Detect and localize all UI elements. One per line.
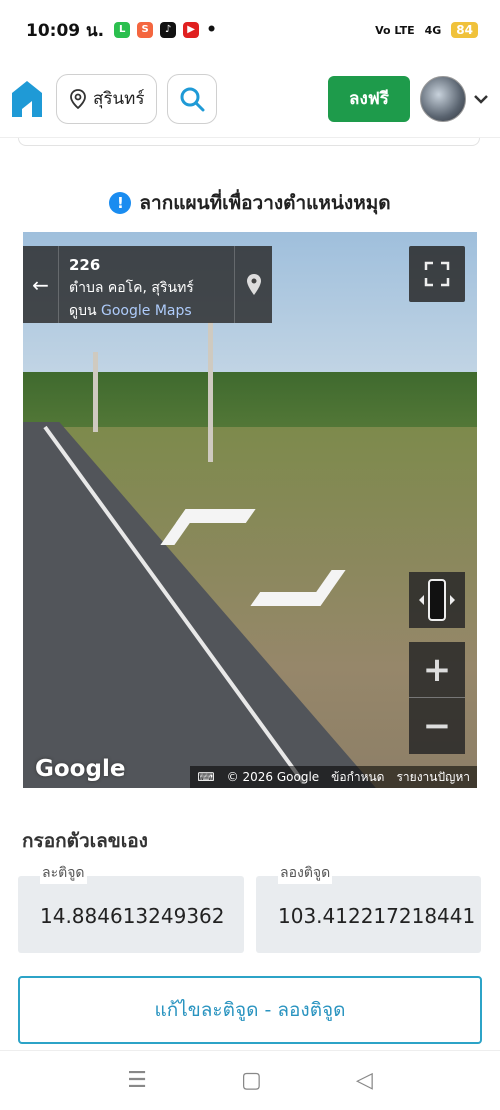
app-logo[interactable] bbox=[10, 79, 44, 119]
signal-icon: 4G bbox=[424, 23, 442, 37]
location-label: สุรินทร์ bbox=[93, 89, 145, 109]
view-on-prefix: ดูบน bbox=[69, 303, 97, 319]
search-icon bbox=[180, 87, 205, 111]
latitude-field[interactable]: 14.884613249362 bbox=[18, 876, 244, 953]
keyboard-icon[interactable]: ⌨ bbox=[194, 770, 217, 784]
home-icon[interactable]: ▢ bbox=[241, 1068, 262, 1093]
device-orientation-icon bbox=[419, 579, 455, 621]
pegman-compass-button[interactable] bbox=[409, 572, 465, 628]
google-logo: Google bbox=[35, 756, 126, 782]
fullscreen-icon bbox=[424, 261, 450, 287]
street-view-pole bbox=[93, 352, 98, 432]
notification-dot: • bbox=[206, 20, 217, 40]
chevron-down-icon[interactable] bbox=[472, 90, 490, 108]
zoom-in-button[interactable]: + bbox=[409, 642, 465, 698]
map-pin-icon[interactable] bbox=[234, 246, 272, 323]
copyright-text: © 2026 Google bbox=[226, 770, 320, 784]
zoom-out-button[interactable]: − bbox=[409, 698, 465, 754]
line-icon: L bbox=[114, 22, 131, 38]
battery-icon: 84 bbox=[451, 22, 478, 38]
map-hint-text: ลากแผนที่เพื่อวางตำแหน่งหมุด bbox=[139, 192, 391, 214]
status-bar: 10:09 น. L S ♪ ▶ • Vo LTE 4G 84 bbox=[0, 0, 500, 60]
longitude-field[interactable]: 103.412217218441 bbox=[256, 876, 481, 953]
report-link[interactable]: รายงานปัญหา bbox=[393, 768, 473, 787]
youtube-icon: ▶ bbox=[183, 22, 200, 38]
street-view-address: 226 ตำบล คอโค, สุรินทร์ ดูบน Google Maps bbox=[59, 246, 234, 323]
location-selector[interactable]: สุรินทร์ bbox=[56, 73, 158, 124]
back-arrow-icon[interactable]: ← bbox=[23, 246, 59, 323]
street-view-pole bbox=[208, 322, 213, 462]
terms-link[interactable]: ข้อกำหนด bbox=[328, 768, 387, 787]
system-navigation-bar: ☰ ▢ ◁ bbox=[0, 1050, 500, 1110]
map-attribution: ⌨ © 2026 Google ข้อกำหนด รายงานปัญหา bbox=[190, 766, 477, 788]
street-view-info-panel: ← 226 ตำบล คอโค, สุรินทร์ ดูบน Google Ma… bbox=[23, 246, 272, 323]
post-free-button[interactable]: ลงฟรี bbox=[328, 75, 410, 122]
app-header: สุรินทร์ ลงฟรี bbox=[0, 60, 500, 138]
tiktok-icon: ♪ bbox=[160, 22, 177, 38]
search-button[interactable] bbox=[167, 73, 218, 124]
volte-indicator: Vo LTE bbox=[375, 23, 415, 37]
street-view-map[interactable]: ← 226 ตำบล คอโค, สุรินทร์ ดูบน Google Ma… bbox=[23, 232, 477, 788]
longitude-label: ลองติจูด bbox=[278, 862, 333, 884]
previous-card-edge bbox=[18, 138, 480, 146]
manual-entry-title: กรอกตัวเลขเอง bbox=[22, 830, 148, 852]
fullscreen-button[interactable] bbox=[409, 246, 465, 302]
zoom-controls: + − bbox=[409, 642, 465, 754]
view-on-google-maps[interactable]: ดูบน Google Maps bbox=[69, 300, 224, 323]
latitude-label: ละติจูด bbox=[40, 862, 87, 884]
recent-apps-icon[interactable]: ☰ bbox=[127, 1068, 147, 1093]
edit-coordinates-button[interactable]: แก้ไขละติจูด - ลองติจูด bbox=[18, 976, 482, 1044]
back-icon[interactable]: ◁ bbox=[356, 1068, 373, 1093]
map-hint: ! ลากแผนที่เพื่อวางตำแหน่งหมุด bbox=[0, 188, 500, 218]
road-number: 226 bbox=[69, 256, 101, 274]
shopee-icon: S bbox=[137, 22, 154, 38]
location-pin-icon bbox=[70, 88, 86, 109]
info-icon: ! bbox=[109, 192, 132, 214]
google-maps-link[interactable]: Google Maps bbox=[101, 303, 192, 319]
street-view-address-text: ตำบล คอโค, สุรินทร์ bbox=[69, 280, 194, 296]
status-time: 10:09 น. bbox=[26, 20, 105, 41]
avatar[interactable] bbox=[420, 75, 466, 122]
